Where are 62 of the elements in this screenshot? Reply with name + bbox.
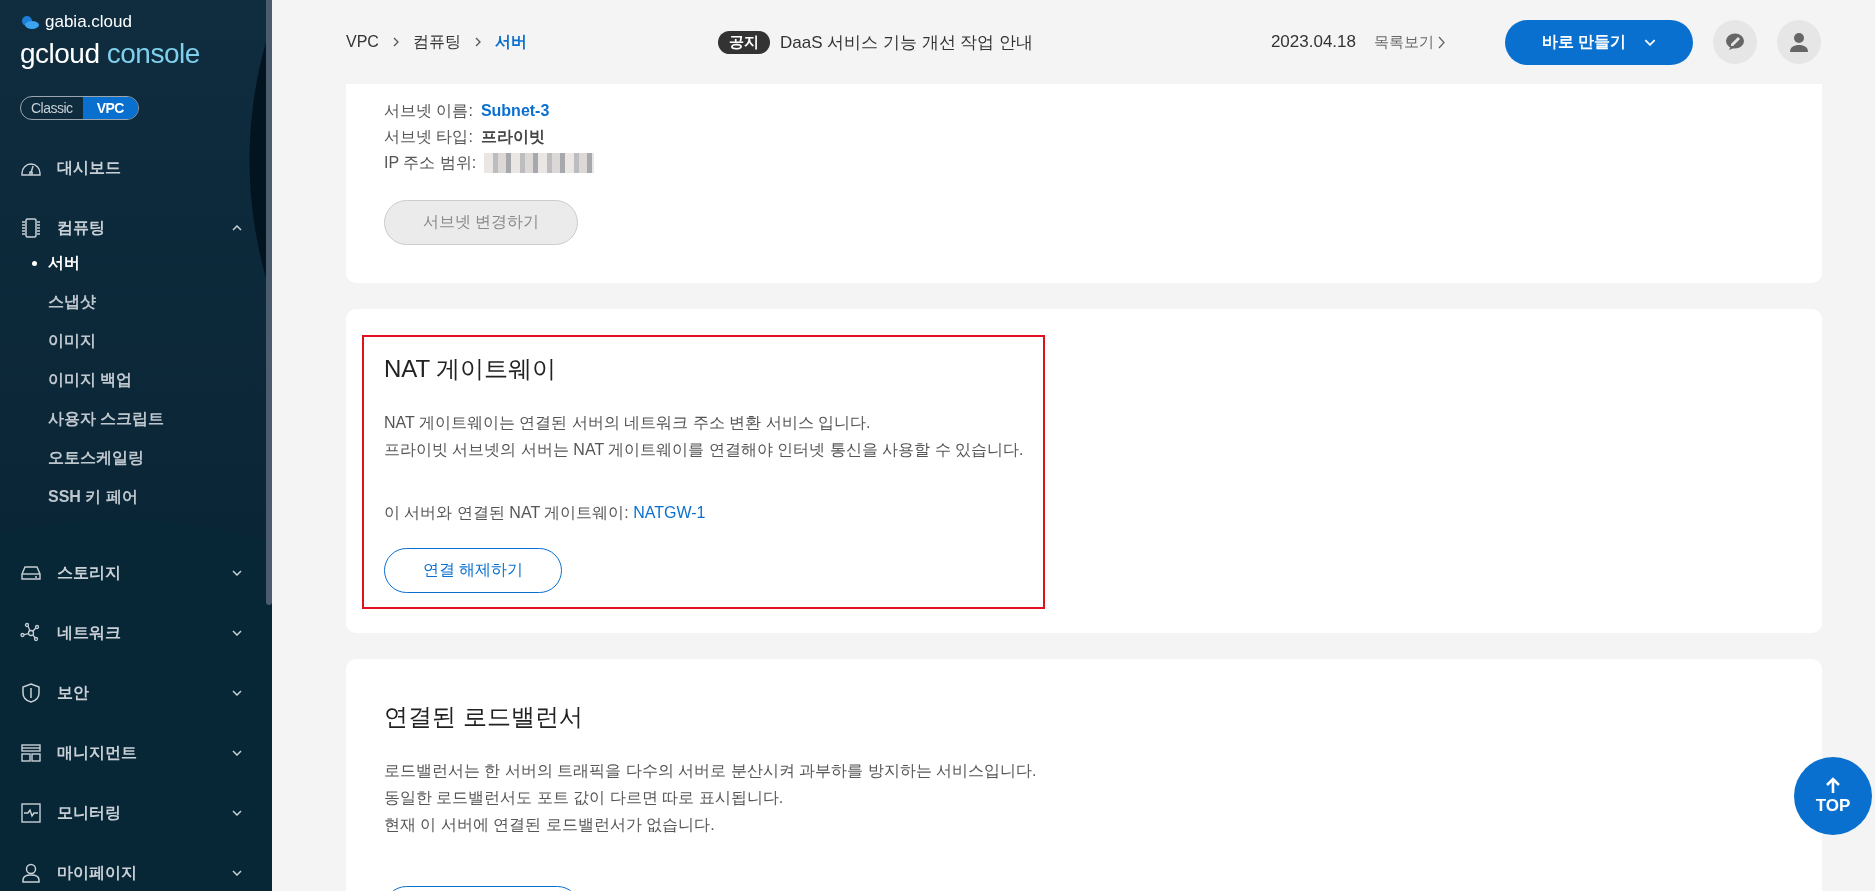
notice-date: 2023.04.18 [1270, 32, 1356, 52]
field-value: 프라이빗 [480, 127, 545, 147]
disconnect-button[interactable]: 연결 해제하기 [384, 548, 563, 593]
chevron-down-icon [1644, 38, 1657, 46]
layout-blocks-icon [20, 742, 42, 764]
nav-item[interactable]: 네트워크 [20, 603, 242, 663]
gateway-link[interactable]: NATGW-1 [633, 504, 706, 521]
mode-tab[interactable]: VPC [82, 97, 138, 119]
breadcrumb-link[interactable]: VPC [346, 33, 379, 51]
nav-item[interactable]: 보안 [20, 663, 242, 723]
chevron-right-icon [392, 37, 399, 47]
nav-subitem[interactable]: 이미지 [32, 322, 242, 361]
nav-subitem[interactable]: 서버 [32, 244, 242, 283]
product-title: gcloud console [20, 38, 201, 70]
brand-name: gabia.cloud [45, 12, 132, 32]
field-label: 서브넷 타입: [384, 127, 473, 147]
chevron-right-icon [474, 37, 481, 47]
notice-title[interactable]: DaaS 서비스 기능 개선 작업 안내 [780, 30, 1034, 54]
arrow-up-icon [1825, 776, 1841, 794]
nav-subitem[interactable]: 스냅샷 [32, 283, 242, 322]
chevron-down-icon [232, 630, 242, 636]
chevron-down-icon [232, 870, 242, 876]
section-description: NAT 게이트웨이는 연결된 서버의 네트워크 주소 변환 서비스 입니다. 프라이빗 서브넷의 서버는 NAT 게이트웨이를 연결해야 인터넷 통신을 사용할 수 있습니다. [384, 413, 1024, 460]
scroll-top-button[interactable]: TOP [1794, 757, 1872, 835]
nav-item[interactable]: 마이페이지 [20, 843, 242, 891]
feedback-button[interactable] [1713, 20, 1757, 64]
cloud-logo-icon [20, 15, 40, 29]
monitor-pulse-icon [20, 802, 42, 824]
chevron-down-icon [232, 810, 242, 816]
nav-subitem[interactable]: 사용자 스크립트 [32, 400, 242, 439]
profile-button[interactable] [1777, 20, 1821, 64]
speech-bubble-pen-icon [1725, 33, 1745, 51]
nav-item[interactable]: 매니지먼트 [20, 723, 242, 783]
network-nodes-icon [20, 622, 42, 644]
section-description: 로드밸런서는 한 서버의 트래픽을 다수의 서버로 분산시켜 과부하를 방지하는 서비스입니다. 동일한 로드밸런서도 포트 값이 다르면 따로 표시됩니다. 현재 이 서버에 연결된 로드밸런서가 없습니다. [384, 761, 1038, 835]
user-icon [1789, 32, 1809, 52]
scrollbar-thumb[interactable] [266, 0, 272, 605]
connected-label: 이 서버와 연결된 NAT 게이트웨이: [384, 504, 630, 521]
chevron-down-icon [232, 690, 242, 696]
nav-item[interactable]: 스토리지 [20, 543, 242, 603]
notice-badge: 공지 [718, 30, 770, 54]
field-label: 서브넷 이름: [384, 101, 473, 121]
chevron-right-icon [1438, 35, 1445, 49]
create-button[interactable]: 바로 만들기 [1505, 19, 1693, 65]
chevron-down-icon [232, 750, 242, 756]
field-label: IP 주소 범위: [384, 153, 477, 173]
notice-list-link[interactable]: 목록보기 [1374, 32, 1445, 52]
section-title: 연결된 로드밸런서 [384, 702, 584, 732]
chip-icon [20, 217, 42, 239]
nav-item[interactable]: 모니터링 [20, 783, 242, 843]
nav-item[interactable]: 대시보드 [20, 138, 242, 198]
nav-subitem[interactable]: SSH 키 페어 [32, 478, 242, 517]
shield-icon [20, 682, 42, 704]
user-icon [20, 862, 42, 884]
mode-tab[interactable]: Classic [21, 97, 83, 119]
nav-subitem[interactable]: 이미지 백업 [32, 361, 242, 400]
section-title: NAT 게이트웨이 [384, 354, 558, 384]
nav-subitem[interactable]: 오토스케일링 [32, 439, 242, 478]
chevron-up-icon [232, 225, 242, 231]
chevron-down-icon [232, 570, 242, 576]
breadcrumb-link[interactable]: 컴퓨팅 [412, 31, 461, 53]
subnet-link[interactable]: Subnet-3 [480, 98, 550, 124]
